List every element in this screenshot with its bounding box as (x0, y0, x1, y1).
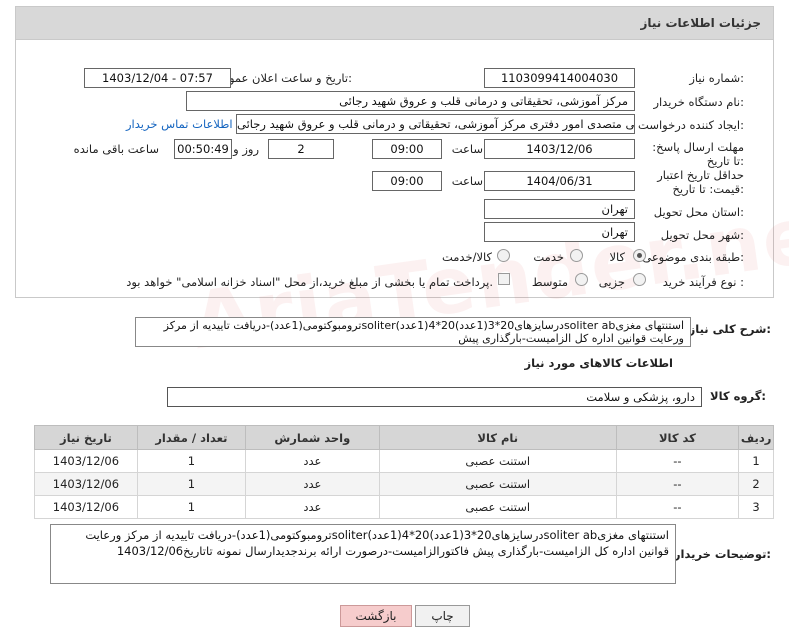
panel-title: جزئیات اطلاعات نیاز (640, 16, 761, 30)
col-row-header: ردیف (738, 425, 774, 450)
category-radio-goods[interactable] (633, 249, 646, 262)
print-button[interactable]: چاپ (415, 605, 470, 627)
deadline-label: مهلت ارسال پاسخ: تا تاریخ: (652, 140, 744, 168)
buyer-org-field: مرکز آموزشی، تحقیقاتی و درمانی قلب و عرو… (186, 91, 635, 111)
col-name-header: نام کالا (378, 425, 617, 450)
category-radio-goods-service[interactable] (497, 249, 510, 262)
contact-info-link[interactable]: اطلاعات تماس خریدار (126, 117, 233, 131)
description-label: شرح کلی نیاز: (688, 322, 771, 336)
buyer-notes-textarea[interactable]: استنتهای مغزیsoliter abدرسایزهای20*3(1عد… (50, 524, 676, 584)
deadline-time-field: 09:00 (372, 139, 442, 159)
category-option-goods: کالا (609, 250, 625, 264)
back-button[interactable]: بازگشت (340, 605, 412, 627)
table-header-row: ردیف کد کالا نام کالا واحد شمارش تعداد /… (34, 425, 774, 450)
treasury-payment-note: پرداخت تمام یا بخشی از مبلغ خرید،از محل … (126, 275, 493, 289)
need-number-label: شماره نیاز: (689, 71, 744, 85)
province-label: استان محل تحویل: (653, 205, 744, 219)
goods-table: ردیف کد کالا نام کالا واحد شمارش تعداد /… (34, 425, 774, 519)
process-option-minor: جزیی (598, 275, 625, 289)
col-unit-header: واحد شمارش (244, 425, 380, 450)
buyer-org-label: نام دستگاه خریدار: (653, 95, 744, 109)
cell-code: -- (615, 472, 740, 496)
cell-unit: عدد (244, 495, 380, 519)
announce-field: 1403/12/04 - 07:57 (84, 68, 231, 88)
cell-name: استنت عصبی (378, 472, 617, 496)
city-field: تهران (484, 222, 635, 242)
goods-group-label: گروه کالا: (710, 389, 766, 403)
cell-name: استنت عصبی (378, 495, 617, 519)
category-radio-service[interactable] (570, 249, 583, 262)
city-label: شهر محل تحویل: (660, 228, 744, 242)
remaining-time-field: 00:50:49 (174, 139, 232, 159)
process-option-medium: متوسط (531, 275, 568, 289)
buyer-notes-label: توضیحات خریدار: (673, 547, 771, 561)
need-number-field: 1103099414004030 (484, 68, 635, 88)
table-row: 3 -- استنت عصبی عدد 1 1403/12/06 (34, 495, 774, 519)
category-label: طبقه بندی موضوعی: (642, 250, 744, 264)
col-qty-header: تعداد / مقدار (136, 425, 246, 450)
table-row: 1 -- استنت عصبی عدد 1 1403/12/06 (34, 449, 774, 473)
cell-row: 3 (738, 495, 774, 519)
remaining-time-label: ساعت باقی مانده (73, 142, 159, 156)
goods-group-field: دارو، پزشکی و سلامت (167, 387, 702, 407)
cell-code: -- (615, 449, 740, 473)
table-row: 2 -- استنت عصبی عدد 1 1403/12/06 (34, 472, 774, 496)
announce-label: تاریخ و ساعت اعلان عمومی: (213, 71, 352, 85)
cell-date: 1403/12/06 (34, 449, 138, 473)
col-date-header: تاریخ نیاز (34, 425, 138, 450)
process-radio-minor[interactable] (633, 273, 646, 286)
category-option-goods-service: کالا/خدمت (441, 250, 492, 264)
validity-time-field: 09:00 (372, 171, 442, 191)
days-label: روز و (233, 142, 259, 156)
cell-qty: 1 (136, 449, 246, 473)
cell-row: 1 (738, 449, 774, 473)
deadline-time-label: ساعت (451, 142, 483, 156)
category-option-service: خدمت (533, 250, 564, 264)
deadline-date-field: 1403/12/06 (484, 139, 635, 159)
cell-qty: 1 (136, 472, 246, 496)
cell-unit: عدد (244, 449, 380, 473)
cell-date: 1403/12/06 (34, 472, 138, 496)
cell-date: 1403/12/06 (34, 495, 138, 519)
cell-qty: 1 (136, 495, 246, 519)
cell-code: -- (615, 495, 740, 519)
validity-time-label: ساعت (451, 174, 483, 188)
col-code-header: کد کالا (615, 425, 740, 450)
validity-date-field: 1404/06/31 (484, 171, 635, 191)
cell-unit: عدد (244, 472, 380, 496)
description-textarea[interactable]: استنتهای مغزیsoliter abدرسایزهای20*3(1عد… (135, 317, 691, 347)
process-label: نوع فرآیند خرید : (662, 275, 744, 289)
requester-field: حسین سلجوقی متصدی امور دفتری مرکز آموزشی… (236, 114, 635, 134)
validity-label: حداقل تاریخ اعتبار قیمت: تا تاریخ: (657, 168, 744, 196)
cell-name: استنت عصبی (378, 449, 617, 473)
treasury-payment-checkbox[interactable] (498, 273, 510, 285)
province-field: تهران (484, 199, 635, 219)
cell-row: 2 (738, 472, 774, 496)
process-radio-medium[interactable] (575, 273, 588, 286)
panel-header: جزئیات اطلاعات نیاز (15, 6, 774, 40)
requester-label: ایجاد کننده درخواست: (638, 118, 744, 132)
days-field: 2 (268, 139, 334, 159)
goods-section-title: اطلاعات کالاهای مورد نیاز (524, 356, 673, 370)
